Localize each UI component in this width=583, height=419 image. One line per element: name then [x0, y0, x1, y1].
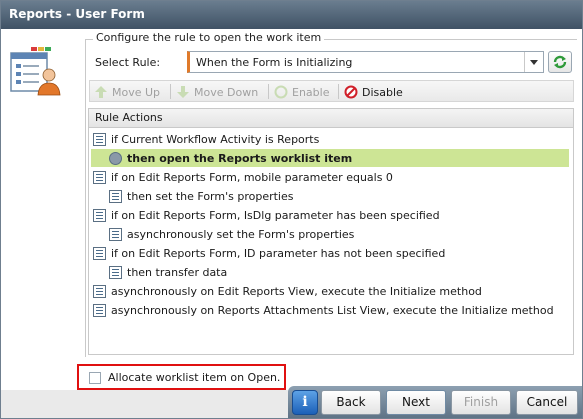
- enable-icon: [274, 85, 288, 99]
- title-bar: Reports - User Form: [1, 1, 582, 29]
- move-up-button[interactable]: Move Up: [94, 84, 160, 100]
- rule-action-row[interactable]: asynchronously set the Form's properties: [109, 225, 354, 243]
- window-title: Reports - User Form: [9, 7, 145, 21]
- rule-actions-title: Rule Actions: [95, 111, 163, 124]
- rule-action-row[interactable]: if on Edit Reports Form, ID parameter ha…: [93, 244, 445, 262]
- select-rule-label: Select Rule:: [95, 56, 161, 69]
- list-icon: [93, 284, 106, 298]
- disable-icon: [344, 85, 358, 99]
- enable-label: Enable: [292, 85, 330, 99]
- rule-action-row[interactable]: if on Edit Reports Form, mobile paramete…: [93, 168, 393, 186]
- info-button[interactable]: i: [292, 390, 318, 415]
- user-form-icon: [10, 47, 61, 96]
- finish-button[interactable]: Finish: [451, 390, 511, 415]
- allocate-checkbox[interactable]: [89, 372, 101, 384]
- select-rule-dropdown[interactable]: When the Form is Initializing: [187, 51, 544, 73]
- select-rule-value: When the Form is Initializing: [196, 56, 353, 69]
- rule-action-text: if on Edit Reports Form, ID parameter ha…: [111, 246, 446, 260]
- group-border-left: [85, 39, 86, 357]
- rule-action-row[interactable]: if Current Workflow Activity is Reports: [93, 130, 319, 148]
- rule-action-text: then set the Form's properties: [127, 189, 294, 203]
- rule-action-text: then transfer data: [127, 265, 228, 279]
- dialog-window: Reports - User Form Configure the rule t…: [0, 0, 583, 419]
- refresh-button[interactable]: [548, 51, 572, 73]
- rule-action-row[interactable]: then open the Reports worklist item: [91, 149, 569, 167]
- allocate-label[interactable]: Allocate worklist item on Open.: [108, 371, 280, 384]
- disable-button[interactable]: Disable: [344, 84, 403, 100]
- rule-action-text: if on Edit Reports Form, mobile paramete…: [111, 170, 393, 184]
- list-icon: [93, 208, 106, 222]
- refresh-icon: [553, 55, 567, 69]
- group-legend: Configure the rule to open the work item: [93, 31, 325, 44]
- toolbar-separator: [268, 84, 269, 99]
- list-icon: [93, 170, 106, 184]
- rule-actions-header: Rule Actions: [89, 109, 573, 128]
- back-button[interactable]: Back: [321, 390, 381, 415]
- rule-action-text: if Current Workflow Activity is Reports: [111, 132, 320, 146]
- list-icon: [93, 246, 106, 260]
- cancel-button[interactable]: Cancel: [516, 390, 578, 415]
- rule-action-row[interactable]: then set the Form's properties: [109, 187, 293, 205]
- list-icon: [109, 227, 122, 241]
- disable-label: Disable: [362, 85, 403, 99]
- move-up-label: Move Up: [112, 85, 161, 99]
- gear-icon: [109, 151, 122, 165]
- rule-action-row[interactable]: then transfer data: [109, 263, 227, 281]
- arrow-up-icon: [95, 86, 107, 98]
- toolbar-separator: [338, 84, 339, 99]
- rule-action-text: asynchronously on Reports Attachments Li…: [111, 303, 554, 317]
- rule-action-row[interactable]: asynchronously on Edit Reports View, exe…: [93, 282, 482, 300]
- list-icon: [93, 132, 106, 146]
- rule-action-text: if on Edit Reports Form, IsDlg parameter…: [111, 208, 440, 222]
- chevron-down-icon[interactable]: [524, 52, 543, 72]
- move-down-label: Move Down: [194, 85, 259, 99]
- arrow-down-icon: [177, 86, 189, 98]
- rule-action-row[interactable]: asynchronously on Reports Attachments Li…: [93, 301, 554, 319]
- next-button[interactable]: Next: [386, 390, 446, 415]
- rule-action-text: asynchronously on Edit Reports View, exe…: [111, 284, 482, 298]
- enable-button[interactable]: Enable: [274, 84, 329, 100]
- list-icon: [109, 265, 122, 279]
- rule-action-row[interactable]: if on Edit Reports Form, IsDlg parameter…: [93, 206, 440, 224]
- list-icon: [93, 303, 106, 317]
- rule-actions-panel: Rule Actions if Current Workflow Activit…: [88, 108, 574, 355]
- allocate-highlight-box: Allocate worklist item on Open.: [77, 364, 286, 390]
- toolbar-separator: [170, 84, 171, 99]
- rule-action-text: then open the Reports worklist item: [127, 151, 353, 165]
- move-down-button[interactable]: Move Down: [176, 84, 258, 100]
- rule-actions-toolbar: Move Up Move Down Enable Disable: [89, 80, 574, 102]
- rule-action-text: asynchronously set the Form's properties: [127, 227, 355, 241]
- list-icon: [109, 189, 122, 203]
